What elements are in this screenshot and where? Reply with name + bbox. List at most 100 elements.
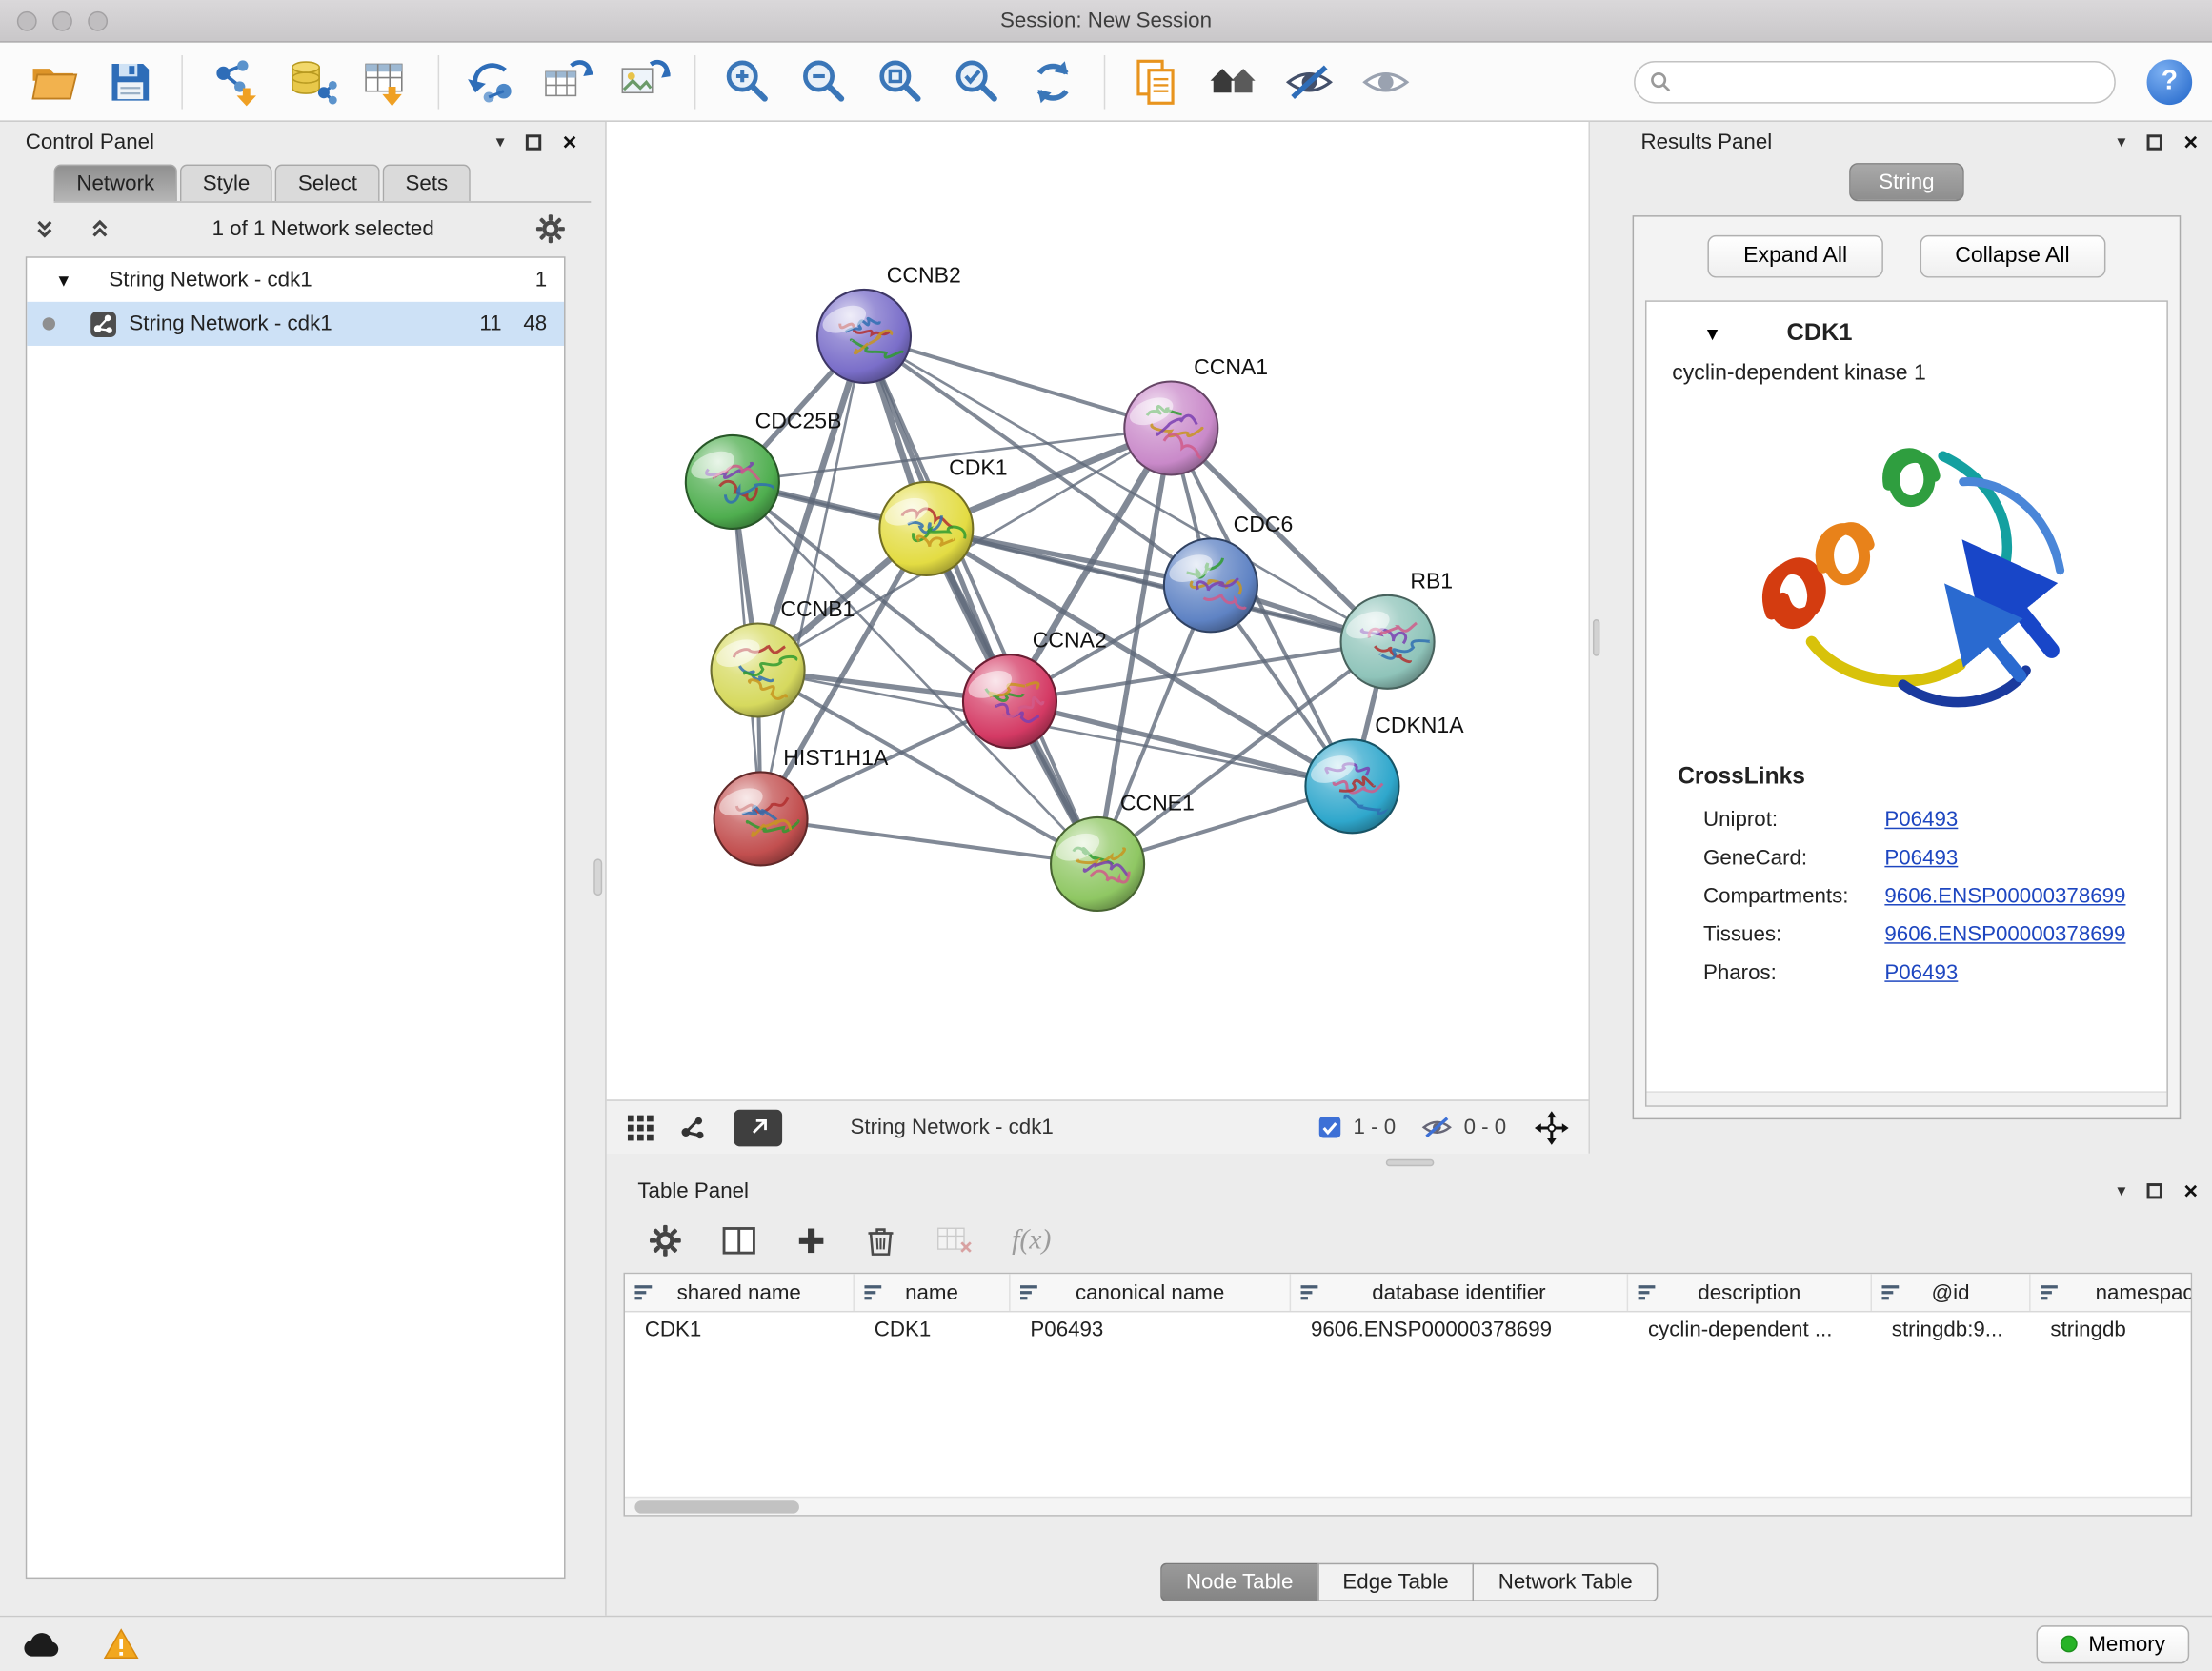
panel-splitter-handle[interactable] — [593, 858, 602, 896]
network-edge[interactable] — [761, 818, 1098, 864]
tab-node-table[interactable]: Node Table — [1160, 1563, 1318, 1601]
tab-style[interactable]: Style — [180, 165, 272, 202]
column-header--id[interactable]: @id — [1872, 1274, 2031, 1311]
network-node-CCNB2[interactable] — [817, 290, 911, 383]
network-tree-root-row[interactable]: ▼ String Network - cdk1 1 — [27, 258, 564, 302]
panel-maximize-button[interactable] — [526, 134, 541, 150]
overview-toggle-button[interactable] — [674, 1110, 709, 1144]
new-network-button[interactable] — [456, 49, 524, 113]
panel-maximize-button[interactable] — [2147, 134, 2162, 150]
create-column-button[interactable] — [796, 1225, 826, 1255]
table-cell[interactable]: P06493 — [1011, 1312, 1292, 1349]
hide-selected-button[interactable] — [1276, 49, 1343, 113]
table-row[interactable]: CDK1CDK1P064939606.ENSP00000378699cyclin… — [625, 1312, 2192, 1349]
show-columns-button[interactable] — [721, 1223, 756, 1256]
window-zoom-button[interactable] — [88, 10, 108, 30]
table-cell[interactable]: cyclin-dependent ... — [1628, 1312, 1872, 1349]
import-network-database-button[interactable] — [276, 49, 344, 113]
crosslink-link[interactable]: 9606.ENSP00000378699 — [1884, 922, 2125, 946]
tab-network[interactable]: Network — [54, 165, 177, 202]
section-collapse-icon[interactable]: ▼ — [1703, 322, 1721, 343]
network-tree-child-row[interactable]: String Network - cdk1 11 48 — [27, 302, 564, 346]
grid-view-button[interactable] — [624, 1110, 658, 1144]
crosslink-link[interactable]: P06493 — [1884, 808, 1958, 832]
help-button[interactable]: ? — [2147, 59, 2193, 105]
zoom-fit-button[interactable] — [866, 49, 934, 113]
apply-layout-button[interactable] — [1019, 49, 1087, 113]
collapse-all-button[interactable]: Collapse All — [1920, 235, 2105, 278]
delete-table-button-disabled[interactable] — [935, 1224, 973, 1256]
zoom-selected-button[interactable] — [942, 49, 1010, 113]
selection-checkbox-icon[interactable] — [1317, 1116, 1341, 1139]
panel-float-button[interactable]: ▾ — [2117, 131, 2125, 151]
splitter-handle[interactable] — [1592, 619, 1599, 656]
tab-select[interactable]: Select — [275, 165, 380, 202]
column-header-namespace[interactable]: namespace — [2031, 1274, 2193, 1311]
table-cell[interactable]: 9606.ENSP00000378699 — [1291, 1312, 1628, 1349]
tab-edge-table[interactable]: Edge Table — [1317, 1563, 1475, 1601]
import-network-file-button[interactable] — [200, 49, 268, 113]
tab-string[interactable]: String — [1849, 163, 1964, 201]
panel-close-button[interactable]: × — [2183, 1178, 2198, 1202]
splitter-handle[interactable] — [1385, 1158, 1434, 1165]
function-builder-button[interactable]: f(x) — [1012, 1223, 1051, 1256]
panel-maximize-button[interactable] — [2147, 1182, 2162, 1198]
panel-close-button[interactable]: × — [563, 130, 577, 153]
network-node-CDKN1A[interactable] — [1305, 739, 1398, 833]
panel-float-button[interactable]: ▾ — [2117, 1180, 2125, 1200]
table-options-gear-button[interactable] — [649, 1223, 681, 1256]
tab-sets[interactable]: Sets — [383, 165, 471, 202]
panel-close-button[interactable]: × — [2183, 130, 2198, 153]
window-close-button[interactable] — [17, 10, 37, 30]
column-header-name[interactable]: name — [855, 1274, 1011, 1311]
column-header-description[interactable]: description — [1628, 1274, 1872, 1311]
results-horizontal-scrollbar[interactable] — [1646, 1091, 2166, 1105]
export-network-button[interactable] — [734, 1109, 783, 1146]
warnings-button[interactable] — [104, 1628, 139, 1660]
network-edge[interactable] — [864, 336, 1171, 429]
expand-all-button[interactable]: Expand All — [1708, 235, 1882, 278]
expand-tree-button[interactable] — [31, 214, 58, 241]
crosslink-link[interactable]: 9606.ENSP00000378699 — [1884, 884, 2125, 908]
scrollbar-thumb[interactable] — [634, 1500, 799, 1513]
memory-button[interactable]: Memory — [2036, 1624, 2189, 1662]
network-options-gear-button[interactable] — [533, 211, 568, 246]
export-image-button[interactable] — [610, 49, 677, 113]
network-edge[interactable] — [864, 336, 1097, 864]
column-header-database-identifier[interactable]: database identifier — [1291, 1274, 1628, 1311]
table-horizontal-scrollbar[interactable] — [625, 1497, 2191, 1515]
delete-columns-button[interactable] — [866, 1223, 895, 1256]
table-cell[interactable]: stringdb:9... — [1872, 1312, 2031, 1349]
save-session-button[interactable] — [96, 49, 164, 113]
crosslink-link[interactable]: P06493 — [1884, 961, 1958, 985]
hidden-eye-slash-icon[interactable] — [1421, 1114, 1453, 1140]
string-home-button[interactable] — [1198, 49, 1266, 113]
table-cell[interactable]: CDK1 — [625, 1312, 855, 1349]
zoom-in-button[interactable] — [713, 49, 780, 113]
column-header-canonical-name[interactable]: canonical name — [1011, 1274, 1292, 1311]
vertical-splitter[interactable] — [1590, 122, 1601, 1154]
window-minimize-button[interactable] — [52, 10, 72, 30]
export-table-button[interactable] — [533, 49, 600, 113]
table-cell[interactable]: stringdb — [2031, 1312, 2193, 1349]
crosslink-link[interactable]: P06493 — [1884, 846, 1958, 870]
cloud-sync-button[interactable] — [23, 1630, 61, 1657]
import-table-button[interactable] — [352, 49, 420, 113]
open-session-button[interactable] — [20, 49, 88, 113]
search-input[interactable] — [1682, 69, 2101, 94]
network-node-CCNB1[interactable] — [712, 623, 805, 716]
network-node-CCNA1[interactable] — [1124, 381, 1217, 474]
table-cell[interactable]: CDK1 — [855, 1312, 1011, 1349]
collapse-tree-button[interactable] — [87, 214, 113, 241]
zoom-out-button[interactable] — [790, 49, 857, 113]
network-canvas[interactable]: CCNB2CCNA1CDC25BCDK1CDC6RB1CCNB1CCNA2CDK… — [607, 122, 1589, 1099]
network-graph[interactable]: CCNB2CCNA1CDC25BCDK1CDC6RB1CCNB1CCNA2CDK… — [607, 122, 1589, 1099]
horizontal-splitter[interactable] — [607, 1154, 2212, 1171]
tree-expand-icon[interactable]: ▼ — [55, 270, 72, 290]
pan-mode-button[interactable] — [1532, 1107, 1572, 1147]
network-node-HIST1H1A[interactable] — [714, 772, 808, 865]
panel-float-button[interactable]: ▾ — [496, 131, 505, 151]
tab-network-table[interactable]: Network Table — [1473, 1563, 1659, 1601]
show-all-button[interactable] — [1352, 49, 1419, 113]
duplicate-network-button[interactable] — [1122, 49, 1190, 113]
